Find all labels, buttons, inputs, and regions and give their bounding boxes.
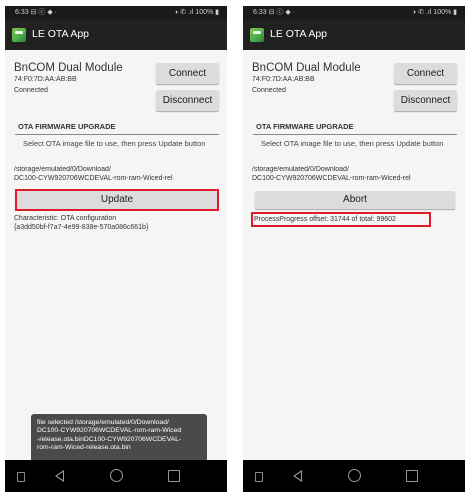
device-address: 74:F0:7D:AA:AB:BB xyxy=(14,76,77,83)
navigation-bar xyxy=(5,460,227,492)
app-title: LE OTA App xyxy=(32,28,90,40)
menu-icon[interactable] xyxy=(255,472,263,482)
status-indicators: ◑ ✆ .ıl 100% ▮ xyxy=(411,9,457,16)
file-path: /storage/emulated/0/Download/ DC100-CYW9… xyxy=(14,166,173,182)
home-icon[interactable] xyxy=(110,469,123,482)
ota-section-title: OTA FIRMWARE UPGRADE xyxy=(256,122,354,131)
action-bar: LE OTA App xyxy=(243,20,465,50)
progress-highlight xyxy=(251,212,431,227)
disconnect-button[interactable]: Disconnect xyxy=(394,90,457,111)
action-bar: LE OTA App xyxy=(5,20,227,50)
ota-section-title: OTA FIRMWARE UPGRADE xyxy=(18,122,116,131)
menu-icon[interactable] xyxy=(17,472,25,482)
back-icon[interactable] xyxy=(55,470,64,482)
main-content: BnCOM Dual Module 74:F0:7D:AA:AB:BB Conn… xyxy=(5,50,227,460)
update-button-highlight xyxy=(15,189,219,211)
file-path: /storage/emulated/0/Download/ DC100-CYW9… xyxy=(252,166,411,182)
connection-status: Connected xyxy=(14,87,48,94)
connect-button[interactable]: Connect xyxy=(394,63,457,84)
characteristic-info: Characteristic: OTA configuration {a3dd5… xyxy=(14,215,149,231)
status-time: 6:33 ⊟ ⓒ ◆ · xyxy=(253,9,295,16)
recent-apps-icon[interactable] xyxy=(406,470,418,482)
app-icon xyxy=(250,28,264,42)
navigation-bar xyxy=(243,460,465,492)
device-name: BnCOM Dual Module xyxy=(14,62,123,74)
section-divider xyxy=(15,134,219,135)
device-name: BnCOM Dual Module xyxy=(252,62,361,74)
phone-screen-1: 6:33 ⊟ ⓒ ◆ · ◑ ✆ .ıl 100% ▮ LE OTA App B… xyxy=(5,6,227,492)
status-bar: 6:33 ⊟ ⓒ ◆ · ◑ ✆ .ıl 100% ▮ xyxy=(5,6,227,20)
disconnect-button[interactable]: Disconnect xyxy=(156,90,219,111)
status-indicators: ◑ ✆ .ıl 100% ▮ xyxy=(173,9,219,16)
main-content: BnCOM Dual Module 74:F0:7D:AA:AB:BB Conn… xyxy=(243,50,465,460)
ota-instruction: Select OTA image file to use, then press… xyxy=(23,139,206,148)
home-icon[interactable] xyxy=(348,469,361,482)
ota-instruction: Select OTA image file to use, then press… xyxy=(261,139,444,148)
phone-screen-2: 6:33 ⊟ ⓒ ◆ · ◑ ✆ .ıl 100% ▮ LE OTA App B… xyxy=(243,6,465,492)
recent-apps-icon[interactable] xyxy=(168,470,180,482)
connect-button[interactable]: Connect xyxy=(156,63,219,84)
status-time: 6:33 ⊟ ⓒ ◆ · xyxy=(15,9,57,16)
back-icon[interactable] xyxy=(293,470,302,482)
section-divider xyxy=(253,134,457,135)
status-bar: 6:33 ⊟ ⓒ ◆ · ◑ ✆ .ıl 100% ▮ xyxy=(243,6,465,20)
abort-button[interactable]: Abort xyxy=(255,191,455,209)
device-address: 74:F0:7D:AA:AB:BB xyxy=(252,76,315,83)
file-selected-toast: file selected /storage/emulated/0/Downlo… xyxy=(31,414,207,464)
connection-status: Connected xyxy=(252,87,286,94)
app-title: LE OTA App xyxy=(270,28,328,40)
app-icon xyxy=(12,28,26,42)
